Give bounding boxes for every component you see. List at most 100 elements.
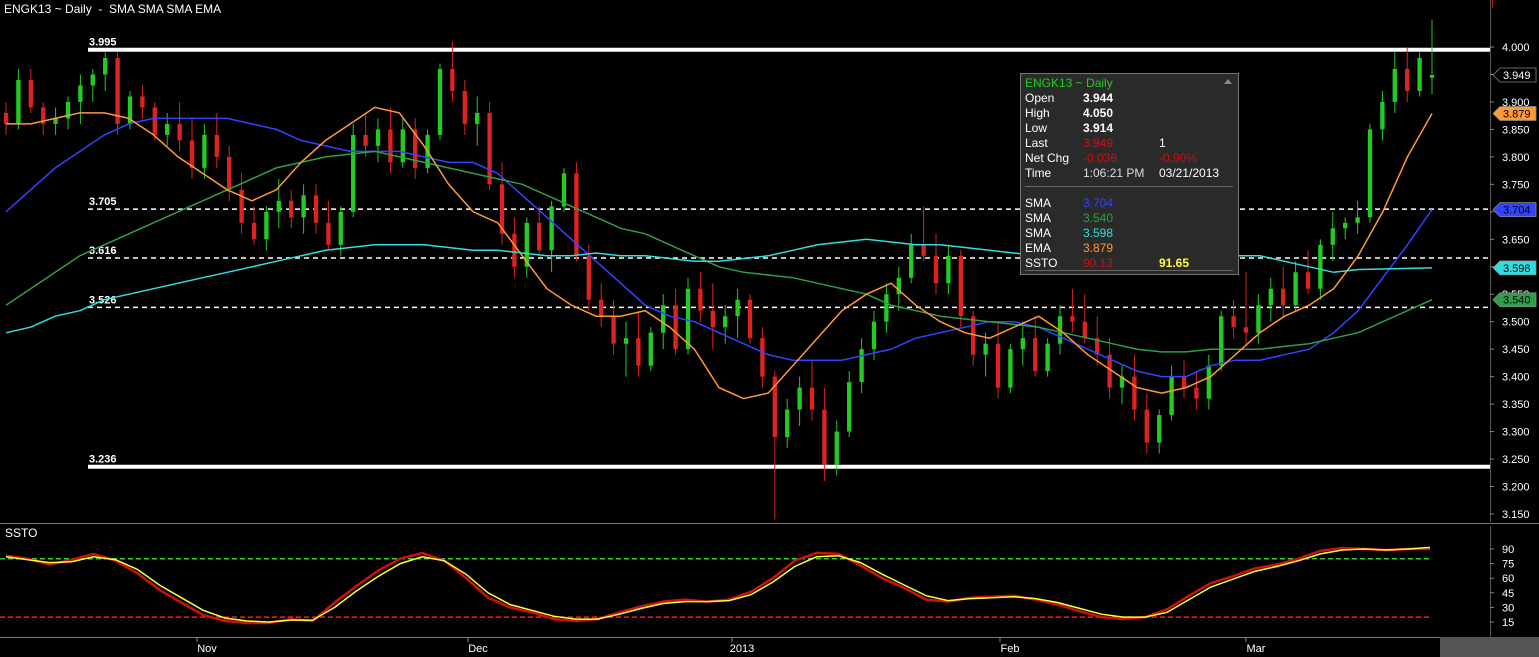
tooltip-value: 3.914 (1083, 121, 1114, 135)
candle (177, 101, 182, 152)
candle-body (115, 57, 120, 124)
ssto-panel-title: SSTO (5, 526, 38, 540)
price-axis-border (1490, 0, 1491, 522)
candle (1231, 299, 1236, 339)
candle-body (487, 112, 492, 185)
candle (772, 371, 777, 520)
stoch-axis-label: 45 (1502, 588, 1514, 600)
tooltip-value: 4.050 (1083, 106, 1114, 120)
candle (1181, 360, 1187, 399)
candle-body (363, 134, 368, 146)
price-axis-label: 3.300 (1502, 427, 1530, 439)
candle-body (202, 134, 207, 168)
candle (983, 332, 988, 377)
candle (351, 123, 356, 218)
tooltip-divider (1025, 186, 1233, 187)
candle-body (983, 343, 988, 355)
price-axis-label: 3.400 (1502, 372, 1530, 384)
tooltip-label: Open (1025, 91, 1055, 105)
tooltip-value: 3.944 (1083, 91, 1114, 105)
price-axis-label: 3.650 (1502, 234, 1530, 246)
price-badge-value: 3.704 (1503, 205, 1531, 217)
price-badge: 3.879 (1492, 106, 1537, 121)
candle-body (351, 134, 356, 212)
candle-body (326, 222, 331, 245)
candle-body (648, 332, 653, 366)
price-badge: 3.704 (1492, 202, 1537, 218)
tooltip-value: 90.13 (1083, 256, 1114, 270)
candle (1144, 393, 1149, 454)
candle (1330, 211, 1335, 262)
candle-body (822, 409, 827, 465)
candle (1343, 217, 1348, 240)
tooltip-collapse-icon[interactable] (1224, 79, 1232, 84)
horizontal-scroll-thumb[interactable] (1440, 637, 1539, 657)
tooltip-row: SMA 3.598 (1025, 226, 1235, 241)
candle-body (214, 134, 219, 157)
level-label: 3.616 (89, 245, 117, 257)
tooltip-value: 3.704 (1083, 196, 1114, 210)
candle (16, 68, 21, 130)
candle-body (995, 343, 1001, 388)
candle (933, 233, 939, 295)
tooltip-row: High 4.050 (1025, 106, 1235, 121)
axis-marker (1492, 0, 1493, 8)
candle-body (1045, 343, 1050, 372)
tooltip-row: EMA 3.879 (1025, 241, 1235, 256)
candle (326, 200, 331, 251)
price-axis-label: 3.450 (1502, 344, 1530, 356)
candle (847, 371, 852, 438)
data-tooltip: ENGK13 ~ Daily Open 3.944 High 4.050 Low 3.91… (1020, 73, 1239, 275)
candle (363, 112, 368, 157)
support-resistance-line (88, 464, 1490, 469)
candle-body (561, 173, 567, 207)
tooltip-value: 3.949 (1083, 136, 1114, 150)
tooltip-value: -0.036 (1083, 151, 1118, 165)
level-label: 3.705 (89, 196, 117, 208)
candle (623, 321, 629, 377)
price-badge: 3.540 (1492, 292, 1537, 308)
tooltip-row: Open 3.944 (1025, 91, 1235, 106)
candle-body (276, 200, 281, 212)
candle-body (1070, 316, 1075, 322)
candle-body (1256, 305, 1261, 333)
candle (1070, 288, 1075, 333)
candle (437, 63, 443, 141)
candle (537, 206, 542, 256)
candle-body (685, 288, 691, 350)
price-axis-label: 3.500 (1502, 317, 1530, 329)
chart-canvas[interactable]: 4.0003.9503.9003.8503.8003.7503.7003.650… (0, 0, 1539, 657)
tooltip-row: Low 3.914 (1025, 121, 1235, 136)
candle (1380, 90, 1385, 141)
candle-body (78, 85, 83, 102)
candle (1305, 250, 1311, 295)
candle (735, 288, 740, 339)
candle (1020, 321, 1025, 366)
candle (202, 123, 207, 179)
price-axis-label: 3.250 (1502, 454, 1530, 466)
tooltip-value: 3.879 (1083, 241, 1114, 255)
candle (475, 96, 480, 146)
candle (561, 167, 567, 212)
candle-body (723, 316, 728, 328)
candle (375, 118, 381, 163)
candle-body (611, 316, 616, 344)
candle-body (462, 90, 467, 124)
candle-body (933, 255, 939, 284)
candle-body (661, 305, 666, 333)
candle (289, 189, 294, 229)
candle-body (549, 206, 554, 251)
candle-body (1157, 415, 1162, 443)
candle-body (921, 244, 926, 256)
candle (264, 206, 269, 251)
candle-body (1020, 338, 1025, 350)
price-badge-value: 3.879 (1503, 108, 1531, 120)
tooltip-label: Low (1025, 121, 1048, 135)
candle (599, 283, 604, 328)
candle-body (3, 112, 9, 124)
candle-body (1417, 57, 1422, 91)
candle-body (747, 299, 753, 339)
candle-body (251, 222, 257, 240)
candle (797, 376, 802, 427)
candle-body (90, 74, 95, 86)
